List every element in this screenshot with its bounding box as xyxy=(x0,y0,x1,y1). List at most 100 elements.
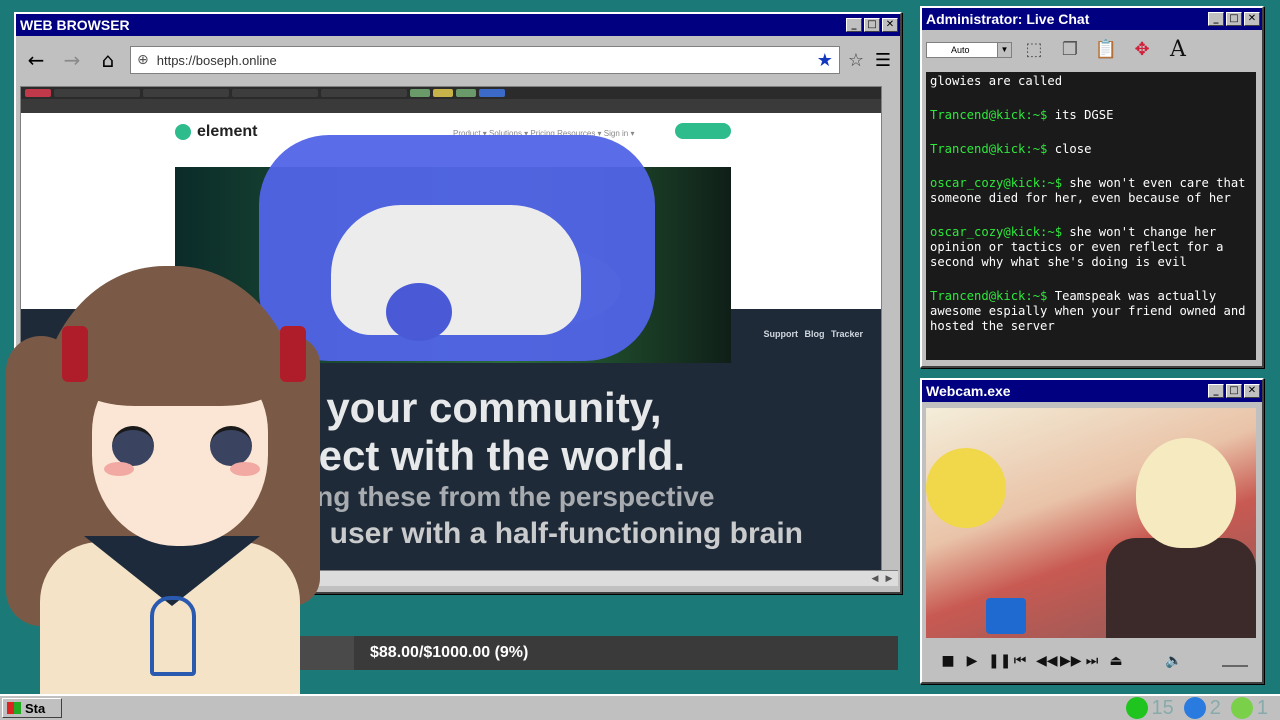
paste-icon[interactable]: 📋 xyxy=(1092,36,1120,64)
forward-button[interactable]: → xyxy=(58,46,86,74)
close-button[interactable]: ✕ xyxy=(1244,12,1260,26)
windows-logo-icon xyxy=(7,702,21,714)
element-logo: element xyxy=(175,123,257,141)
chat-message: Trancend@kick:~$ its DGSE xyxy=(930,108,1252,123)
avatar-bangs xyxy=(70,306,286,406)
browser-toolbar: ← → ⌂ ⊕ https://boseph.online ★ ☆ ☰ xyxy=(16,36,900,84)
minimize-button[interactable]: _ xyxy=(846,18,862,32)
start-button[interactable]: Sta xyxy=(2,698,62,718)
maximize-button[interactable]: □ xyxy=(1226,384,1242,398)
minimize-button[interactable]: _ xyxy=(1208,384,1224,398)
chat-message: Trancend@kick:~$ Teamspeak was actually … xyxy=(930,289,1252,334)
chat-title: Administrator: Live Chat xyxy=(926,11,1090,27)
volume-slider[interactable] xyxy=(1222,655,1248,667)
element-logo-icon xyxy=(175,124,191,140)
system-tray: 15 2 1 xyxy=(1125,696,1268,720)
captured-tab-strip xyxy=(21,87,881,99)
webcam-titlebar[interactable]: Webcam.exe _ □ ✕ xyxy=(922,380,1262,402)
chat-toolbar: Auto ▼ ⬚ ❐ 📋 ✥ A xyxy=(922,30,1262,70)
tray-item-k[interactable]: 15 xyxy=(1125,696,1174,720)
maximize-button[interactable]: □ xyxy=(864,18,880,32)
vtuber-avatar xyxy=(0,266,320,720)
skip-forward-icon[interactable]: ⏭ xyxy=(1084,653,1100,669)
select-icon[interactable]: ⬚ xyxy=(1020,36,1048,64)
webcam-feed xyxy=(926,408,1256,638)
chevron-down-icon[interactable]: ▼ xyxy=(997,43,1011,57)
discord-eye-shape xyxy=(386,283,452,341)
chat-log[interactable]: glowies are called Trancend@kick:~$ its … xyxy=(926,72,1256,360)
move-icon[interactable]: ✥ xyxy=(1128,36,1156,64)
donation-goal-bar: $88.00/$1000.00 (9%) xyxy=(300,636,898,670)
avatar-ribbon xyxy=(280,326,306,382)
tray-count: 1 xyxy=(1256,696,1268,719)
chat-username: oscar_cozy@kick:~$ xyxy=(930,176,1063,190)
media-controls: ■ ▶ ❚❚ ⏮ ◀◀ ▶▶ ⏭ ⏏ 🔈 xyxy=(926,646,1256,676)
captured-address-bar xyxy=(21,99,881,113)
font-icon[interactable]: A xyxy=(1164,36,1192,64)
eject-icon[interactable]: ⏏ xyxy=(1108,653,1124,669)
browser-title: WEB BROWSER xyxy=(20,17,130,33)
tray-count: 2 xyxy=(1209,696,1221,719)
discord-face-shape xyxy=(331,205,581,335)
tray-item-play[interactable]: 1 xyxy=(1230,696,1268,720)
tray-count: 15 xyxy=(1151,696,1174,719)
globe-icon: ⊕ xyxy=(137,52,149,68)
favorites-icon[interactable]: ☆ xyxy=(848,50,864,71)
character-head xyxy=(1136,438,1236,548)
chat-username: Trancend@kick:~$ xyxy=(930,142,1048,156)
avatar-eye xyxy=(210,426,252,466)
back-button[interactable]: ← xyxy=(22,46,50,74)
stop-icon[interactable]: ■ xyxy=(940,653,956,669)
maximize-button[interactable]: □ xyxy=(1226,12,1242,26)
chat-username: Trancend@kick:~$ xyxy=(930,108,1048,122)
footer-links: Support Blog Tracker xyxy=(763,329,863,339)
copy-icon[interactable]: ❐ xyxy=(1056,36,1084,64)
hero-line-3: ting these from the perspective xyxy=(299,481,715,512)
hero-text: d your community, nect with the world. t… xyxy=(289,387,803,549)
chat-text: its DGSE xyxy=(1047,108,1114,122)
cup-shape xyxy=(986,598,1026,634)
bookmark-star-icon[interactable]: ★ xyxy=(817,50,833,71)
webcam-window: Webcam.exe _ □ ✕ ■ ▶ ❚❚ ⏮ ◀◀ ▶▶ ⏭ ⏏ 🔈 xyxy=(920,378,1264,684)
chat-message: glowies are called xyxy=(930,74,1063,88)
taskbar: Sta 15 2 1 xyxy=(0,694,1280,720)
donation-label: $88.00/$1000.00 (9%) xyxy=(370,644,529,661)
chat-message: oscar_cozy@kick:~$ she won't change her … xyxy=(930,225,1252,270)
avatar-bow xyxy=(150,596,196,676)
chat-username: Trancend@kick:~$ xyxy=(930,289,1048,303)
browser-titlebar[interactable]: WEB BROWSER _ □ ✕ xyxy=(16,14,900,36)
menu-icon[interactable]: ☰ xyxy=(872,50,894,71)
hero-line-1: d your community, xyxy=(289,384,662,431)
k-icon xyxy=(1125,697,1148,719)
start-label: Sta xyxy=(25,700,46,716)
play-icon[interactable]: ▶ xyxy=(964,653,980,669)
url-text[interactable]: https://boseph.online xyxy=(157,53,809,68)
font-size-select[interactable]: Auto ▼ xyxy=(926,42,1012,58)
skip-back-icon[interactable]: ⏮ xyxy=(1012,653,1028,669)
webcam-title: Webcam.exe xyxy=(926,383,1011,399)
chat-username: oscar_cozy@kick:~$ xyxy=(930,225,1063,239)
scroll-right-icon[interactable]: ▶ xyxy=(882,571,896,585)
get-started-button[interactable] xyxy=(675,123,731,139)
close-button[interactable]: ✕ xyxy=(1244,384,1260,398)
fast-forward-icon[interactable]: ▶▶ xyxy=(1060,653,1082,669)
pause-icon[interactable]: ❚❚ xyxy=(988,653,1011,669)
scroll-left-icon[interactable]: ◀ xyxy=(868,571,882,585)
moon-icon xyxy=(1183,697,1206,719)
rewind-icon[interactable]: ◀◀ xyxy=(1036,653,1058,669)
address-bar[interactable]: ⊕ https://boseph.online ★ xyxy=(130,46,840,74)
close-button[interactable]: ✕ xyxy=(882,18,898,32)
pillow-shape xyxy=(926,448,1006,528)
play-icon xyxy=(1230,697,1253,719)
hero-line-2: nect with the world. xyxy=(293,432,686,479)
home-button[interactable]: ⌂ xyxy=(94,46,122,74)
chat-text: close xyxy=(1047,142,1092,156)
minimize-button[interactable]: _ xyxy=(1208,12,1224,26)
volume-icon[interactable]: 🔈 xyxy=(1165,653,1182,669)
chat-message: oscar_cozy@kick:~$ she won't even care t… xyxy=(930,176,1252,206)
tray-item-moon[interactable]: 2 xyxy=(1183,696,1221,720)
element-logo-text: element xyxy=(197,123,258,140)
chat-titlebar[interactable]: Administrator: Live Chat _ □ ✕ xyxy=(922,8,1262,30)
avatar-ribbon xyxy=(62,326,88,382)
live-chat-window: Administrator: Live Chat _ □ ✕ Auto ▼ ⬚ … xyxy=(920,6,1264,368)
